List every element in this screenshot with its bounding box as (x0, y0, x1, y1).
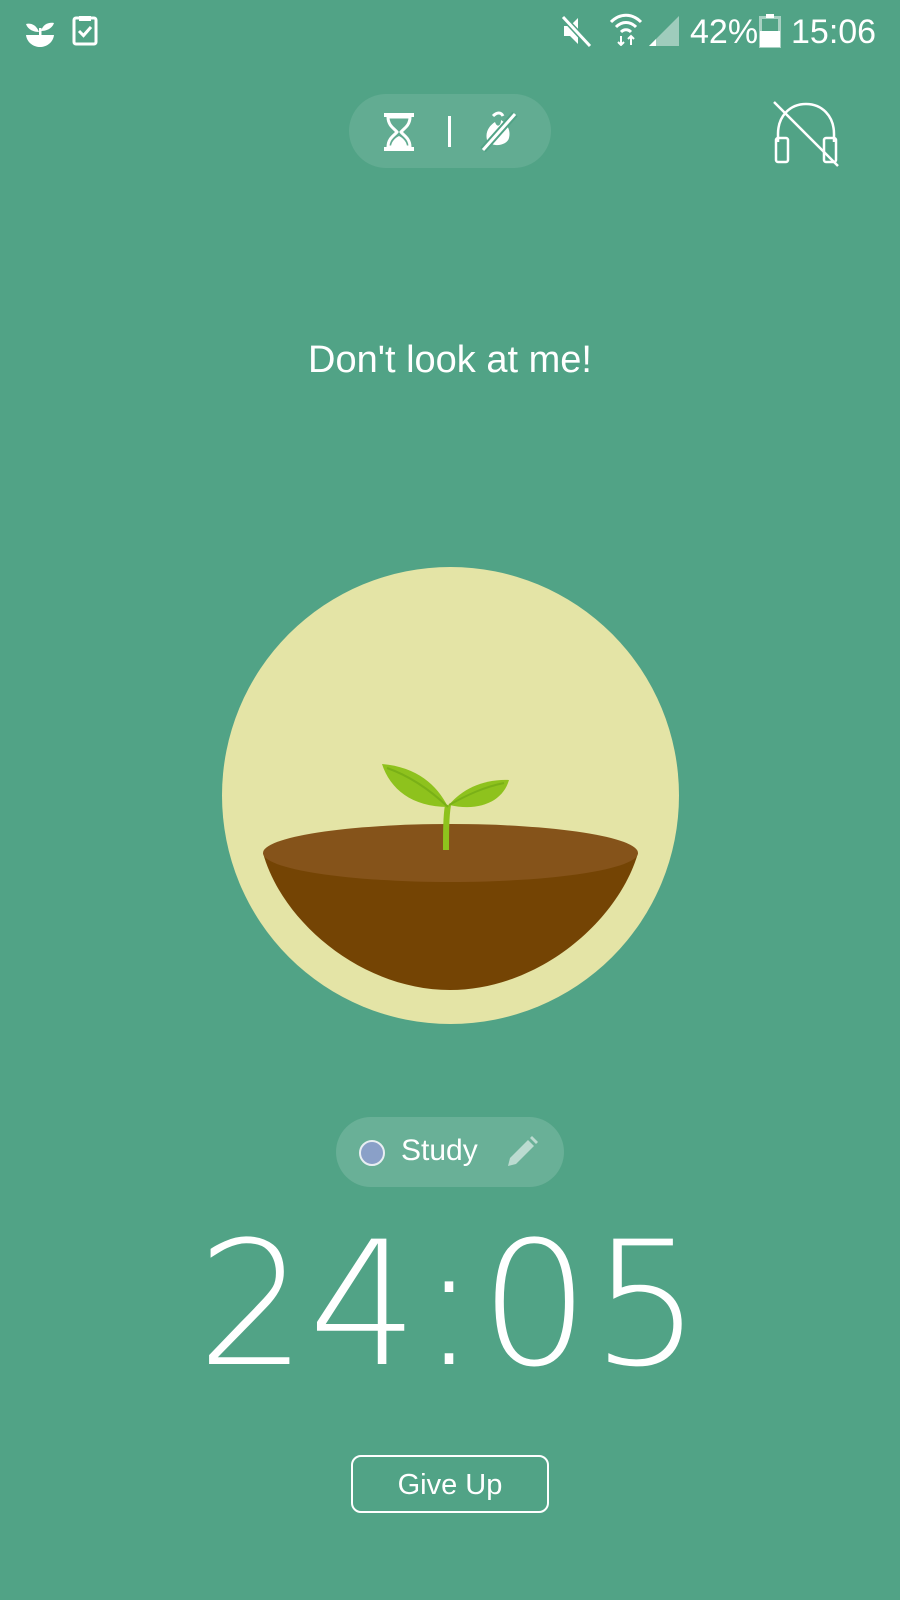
wifi-icon (609, 13, 643, 46)
headphones-off-icon (773, 101, 839, 167)
battery-icon (759, 14, 781, 48)
tree-growth-illustration (222, 567, 679, 1024)
mute-icon (561, 14, 593, 48)
hourglass-icon[interactable] (383, 112, 415, 152)
tag-selector[interactable]: Study (336, 1117, 564, 1187)
motivation-message: Don't look at me! (308, 339, 592, 381)
mode-toggle[interactable] (349, 94, 551, 168)
mode-divider (448, 116, 451, 147)
soil-surface (263, 824, 638, 882)
task-check-icon (72, 16, 98, 46)
sprout-stem (443, 804, 451, 851)
give-up-button[interactable]: Give Up (351, 1455, 549, 1513)
status-bar: 42% 15:06 (0, 0, 900, 64)
no-phone-icon[interactable] (479, 110, 519, 152)
tag-label: Study (401, 1134, 478, 1167)
signal-icon (649, 16, 679, 46)
sound-off-button[interactable] (770, 98, 842, 170)
countdown-timer: 24:05 (197, 1204, 703, 1405)
battery-percent: 42% (690, 13, 759, 51)
forest-notification-icon (26, 22, 54, 47)
tag-color-dot (359, 1140, 385, 1166)
clock-time: 15:06 (791, 13, 877, 51)
pencil-icon[interactable] (504, 1134, 540, 1170)
